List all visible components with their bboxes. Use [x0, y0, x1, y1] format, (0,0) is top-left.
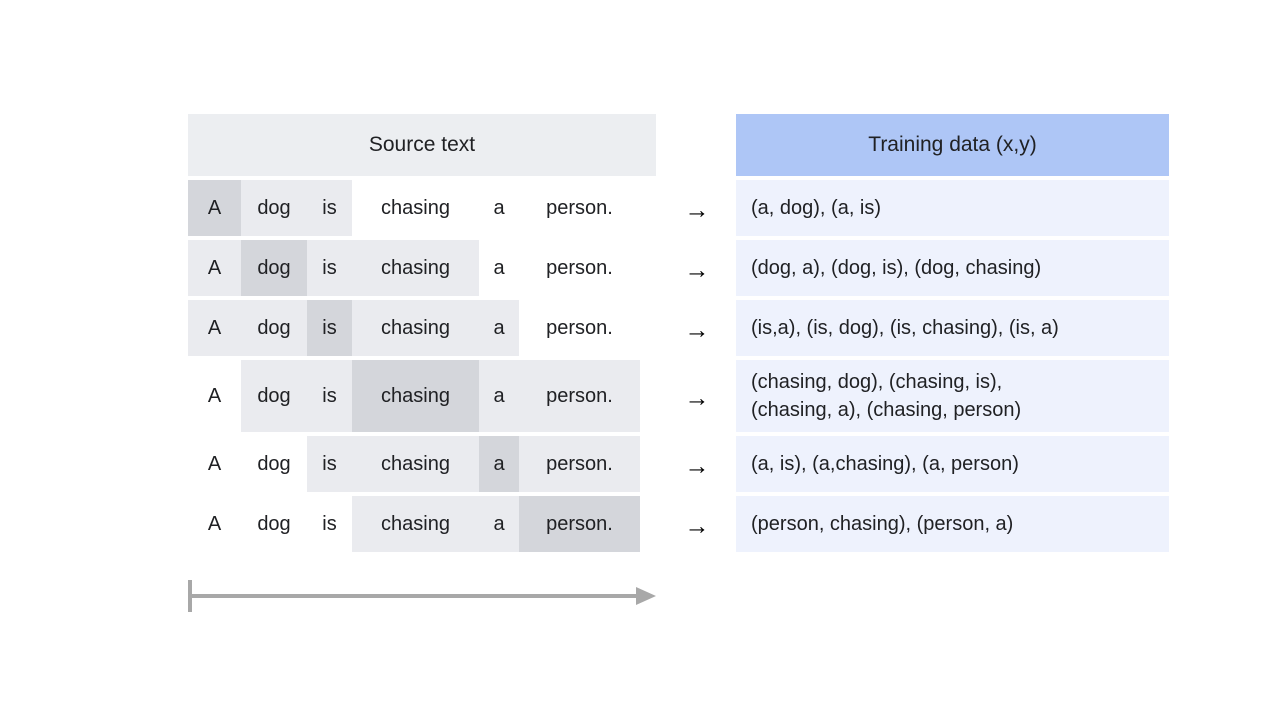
token-cell: dog	[241, 180, 307, 236]
right-arrow-icon: →	[684, 383, 710, 412]
token-cell: dog	[257, 512, 291, 535]
token-cell: is	[307, 180, 352, 236]
token-cell: is	[307, 240, 352, 296]
source-row: A dog is chasing a person.	[188, 496, 656, 552]
token-cell: person.	[519, 496, 640, 552]
training-data-row: (dog, a), (dog, is), (dog, chasing)	[736, 240, 1169, 296]
right-arrow-axis-icon	[188, 580, 656, 612]
token-cell: A	[188, 180, 241, 236]
token-cell: chasing	[352, 240, 479, 296]
token-cell: A	[188, 240, 241, 296]
source-row: A dog is chasing a person.	[188, 436, 656, 492]
training-data-row: (person, chasing), (person, a)	[736, 496, 1169, 552]
token-cell: chasing	[352, 360, 479, 432]
right-arrow-icon: →	[684, 315, 710, 344]
token-cell: chasing	[352, 436, 479, 492]
token-cell: is	[322, 512, 337, 535]
training-data-row: (is,a), (is, dog), (is, chasing), (is, a…	[736, 300, 1169, 356]
token-cell: a	[479, 436, 519, 492]
sliding-window-axis	[188, 576, 658, 616]
token-cell: is	[307, 300, 352, 356]
token-cell: A	[207, 512, 222, 535]
right-arrow-icon: →	[684, 195, 710, 224]
source-text-panel: Source text A dog is chasing a person. A…	[188, 114, 656, 556]
diagram-canvas: Source text A dog is chasing a person. A…	[0, 0, 1280, 720]
token-cell: is	[307, 360, 352, 432]
training-data-header: Training data (x,y)	[736, 114, 1169, 176]
token-cell: A	[207, 452, 222, 475]
training-data-panel: Training data (x,y) (a, dog), (a, is) (d…	[736, 114, 1169, 556]
right-arrow-icon: →	[684, 451, 710, 480]
source-row: A dog is chasing a person.	[188, 360, 656, 432]
source-text-header: Source text	[188, 114, 656, 176]
right-arrow-icon: →	[684, 511, 710, 540]
token-cell: a	[479, 360, 519, 432]
source-row: A dog is chasing a person.	[188, 240, 656, 296]
token-cell: A	[207, 384, 222, 407]
source-row: A dog is chasing a person.	[188, 300, 656, 356]
training-data-row: (chasing, dog), (chasing, is), (chasing,…	[736, 360, 1169, 432]
token-cell: person.	[546, 196, 613, 219]
token-cell: a	[479, 300, 519, 356]
token-cell: A	[188, 300, 241, 356]
token-cell: chasing	[381, 196, 450, 219]
token-cell: chasing	[352, 496, 479, 552]
right-arrow-icon: →	[684, 255, 710, 284]
token-cell: a	[493, 196, 505, 219]
training-data-row: (a, is), (a,chasing), (a, person)	[736, 436, 1169, 492]
token-cell: dog	[257, 452, 291, 475]
token-cell: chasing	[352, 300, 479, 356]
token-cell: person.	[519, 436, 640, 492]
token-cell: person.	[546, 316, 613, 339]
source-row: A dog is chasing a person.	[188, 180, 656, 236]
token-cell: dog	[241, 360, 307, 432]
token-cell: a	[479, 496, 519, 552]
training-data-row: (a, dog), (a, is)	[736, 180, 1169, 236]
arrow-column: → → → → → →	[664, 182, 730, 558]
token-cell: person.	[546, 256, 613, 279]
token-cell: dog	[241, 300, 307, 356]
token-cell: is	[307, 436, 352, 492]
token-cell: person.	[519, 360, 640, 432]
token-cell: a	[493, 256, 505, 279]
token-cell: dog	[241, 240, 307, 296]
